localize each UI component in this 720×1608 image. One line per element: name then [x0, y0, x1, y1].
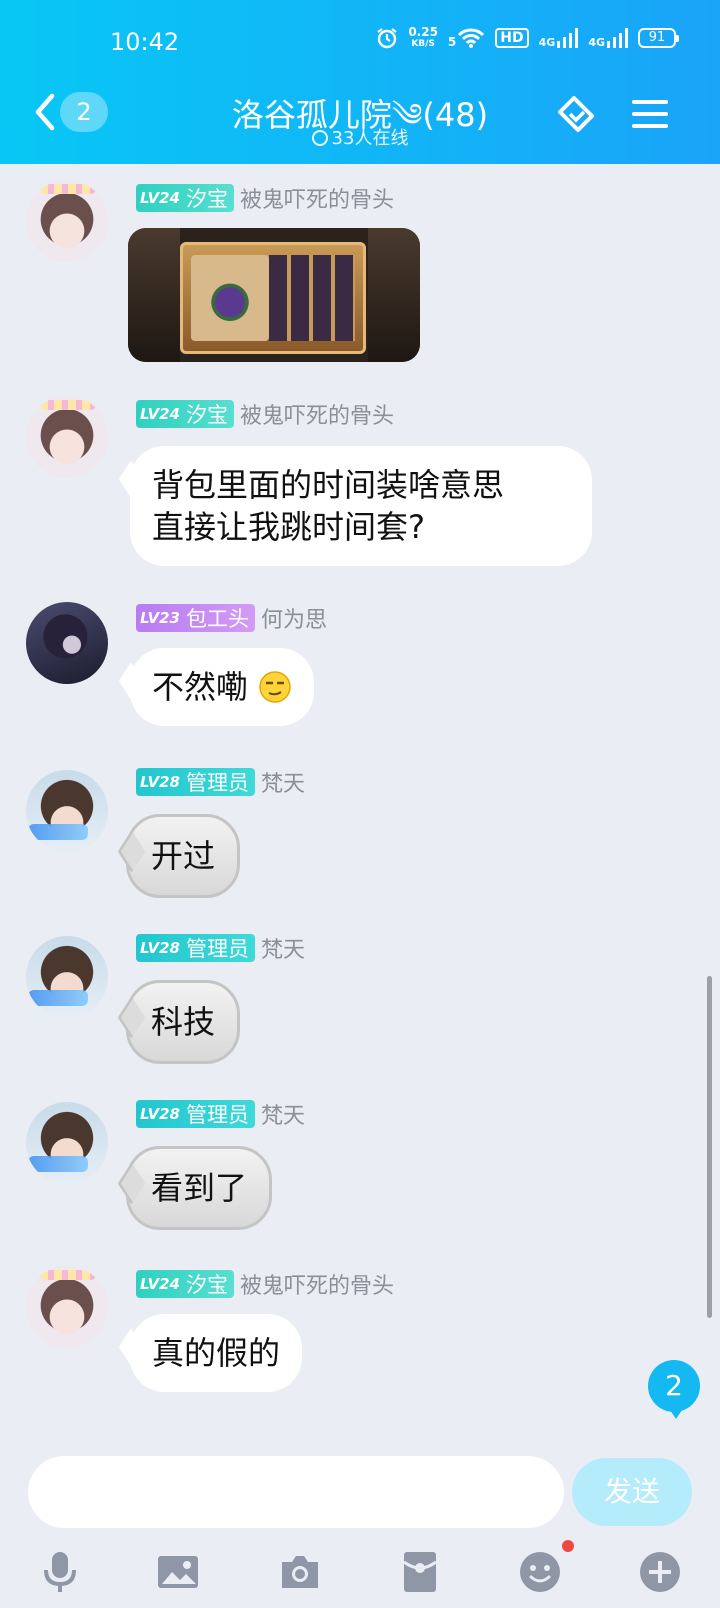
- member-title: 包工头: [185, 607, 249, 631]
- sender-meta: LV28 管理员 梵天: [136, 766, 305, 798]
- signal-1: 4G: [539, 27, 579, 49]
- message-text: 科技: [151, 1003, 216, 1041]
- new-messages-badge[interactable]: 2: [648, 1360, 700, 1419]
- level-label: LV28: [140, 939, 180, 957]
- online-count-label: 33人在线: [331, 128, 409, 149]
- member-title: 管理员: [185, 1103, 249, 1127]
- online-chevron-icon: [311, 130, 328, 146]
- sender-name[interactable]: 何为思: [261, 602, 327, 634]
- emoji-icon[interactable]: [516, 1548, 564, 1596]
- hd-voice-icon: HD: [495, 28, 529, 48]
- message-bubble[interactable]: 不然嘞: [130, 648, 315, 726]
- avatar[interactable]: [26, 180, 108, 262]
- game-character-art: [191, 255, 269, 341]
- signal-icon: [607, 28, 628, 48]
- member-title: 管理员: [185, 771, 249, 795]
- avatar[interactable]: [26, 602, 108, 684]
- game-inventory-image: [180, 242, 366, 354]
- sender-meta: LV28 管理员 梵天: [136, 1098, 305, 1130]
- signal-1-label: 4G: [538, 36, 556, 49]
- sender-meta: LV24 汐宝 被鬼吓死的骨头: [136, 398, 394, 430]
- status-time: 10:42: [110, 28, 180, 56]
- battery-icon: 91: [638, 28, 679, 48]
- level-badge: LV28 管理员: [136, 768, 255, 796]
- avatar[interactable]: [26, 396, 108, 478]
- image-side-right: [368, 228, 420, 362]
- signal-2: 4G: [588, 27, 628, 49]
- network-speed: 0.25 KB/S: [408, 26, 438, 50]
- game-item-grid: [269, 255, 355, 341]
- level-label: LV24: [140, 1275, 180, 1293]
- level-badge: LV28 管理员: [136, 1100, 255, 1128]
- sender-name[interactable]: 梵天: [261, 1098, 305, 1130]
- wifi-icon: [458, 28, 485, 48]
- sender-meta: LV23 包工头 何为思: [136, 602, 327, 634]
- message-text: 不然嘞: [152, 668, 249, 706]
- sender-meta: LV24 汐宝 被鬼吓死的骨头: [136, 182, 394, 214]
- send-button[interactable]: 发送: [572, 1458, 692, 1526]
- message-bubble[interactable]: 背包里面的时间装啥意思 直接让我跳时间套?: [130, 446, 592, 566]
- member-title: 汐宝: [185, 1273, 228, 1297]
- sender-meta: LV24 汐宝 被鬼吓死的骨头: [136, 1268, 394, 1300]
- message-bubble[interactable]: 开过: [126, 814, 241, 898]
- level-badge: LV28 管理员: [136, 934, 255, 962]
- red-packet-icon[interactable]: [396, 1548, 444, 1596]
- avatar[interactable]: [26, 1266, 108, 1348]
- smirk-emoji-icon: [259, 671, 291, 703]
- level-badge: LV24 汐宝: [136, 1270, 234, 1298]
- message-text: 看到了: [151, 1169, 248, 1207]
- level-label: LV23: [140, 609, 180, 627]
- message-text: 开过: [151, 837, 216, 875]
- message-input[interactable]: [28, 1456, 564, 1528]
- sender-name[interactable]: 梵天: [261, 766, 305, 798]
- status-bar: 10:42 0.25 KB/S 5 HD 4G 4G 91: [0, 26, 720, 60]
- input-toolbar: [0, 1548, 720, 1604]
- level-label: LV24: [140, 189, 180, 207]
- level-label: LV28: [140, 1105, 180, 1123]
- level-label: LV28: [140, 773, 180, 791]
- signal-icon: [557, 28, 579, 48]
- plus-icon[interactable]: [636, 1548, 684, 1596]
- image-message[interactable]: [128, 228, 420, 362]
- notification-dot: [562, 1540, 574, 1552]
- member-title: 汐宝: [185, 403, 228, 427]
- message-text-line: 背包里面的时间装啥意思: [152, 466, 505, 504]
- message-bubble[interactable]: 真的假的: [130, 1314, 303, 1392]
- chat-scrollbar[interactable]: [707, 976, 712, 1318]
- avatar[interactable]: [26, 936, 108, 1018]
- member-title: 管理员: [185, 937, 249, 961]
- sender-name[interactable]: 被鬼吓死的骨头: [240, 1268, 394, 1300]
- online-count[interactable]: 33人在线: [0, 124, 720, 150]
- network-speed-value: 0.25: [408, 25, 438, 39]
- sender-name[interactable]: 梵天: [261, 932, 305, 964]
- level-label: LV24: [140, 405, 180, 423]
- image-icon[interactable]: [154, 1548, 202, 1596]
- microphone-icon[interactable]: [36, 1548, 84, 1596]
- wifi-status: 5: [448, 27, 485, 49]
- status-icons: 0.25 KB/S 5 HD 4G 4G 91: [376, 26, 679, 50]
- menu-icon[interactable]: [628, 92, 672, 136]
- level-badge: LV23 包工头: [136, 604, 255, 632]
- chat-header: 10:42 0.25 KB/S 5 HD 4G 4G 91 2 洛谷孤儿院༄(4…: [0, 0, 720, 164]
- sender-name[interactable]: 被鬼吓死的骨头: [240, 398, 394, 430]
- input-area: 发送: [0, 1438, 720, 1608]
- message-bubble[interactable]: 看到了: [126, 1146, 273, 1230]
- signal-2-label: 4G: [588, 36, 605, 49]
- sender-name[interactable]: 被鬼吓死的骨头: [240, 182, 394, 214]
- member-title: 汐宝: [185, 187, 228, 211]
- message-text-line: 直接让我跳时间套?: [152, 508, 425, 546]
- network-speed-unit: KB/S: [411, 39, 435, 49]
- group-ticket-icon[interactable]: [554, 92, 598, 136]
- alarm-icon: [377, 28, 397, 49]
- level-badge: LV24 汐宝: [136, 184, 234, 212]
- avatar[interactable]: [26, 1102, 108, 1184]
- level-badge: LV24 汐宝: [136, 400, 234, 428]
- image-side-left: [128, 228, 180, 362]
- wifi-band-label: 5: [447, 35, 457, 49]
- message-bubble[interactable]: 科技: [126, 980, 241, 1064]
- message-text: 真的假的: [152, 1334, 281, 1372]
- avatar[interactable]: [26, 770, 108, 852]
- sender-meta: LV28 管理员 梵天: [136, 932, 305, 964]
- camera-icon[interactable]: [276, 1548, 324, 1596]
